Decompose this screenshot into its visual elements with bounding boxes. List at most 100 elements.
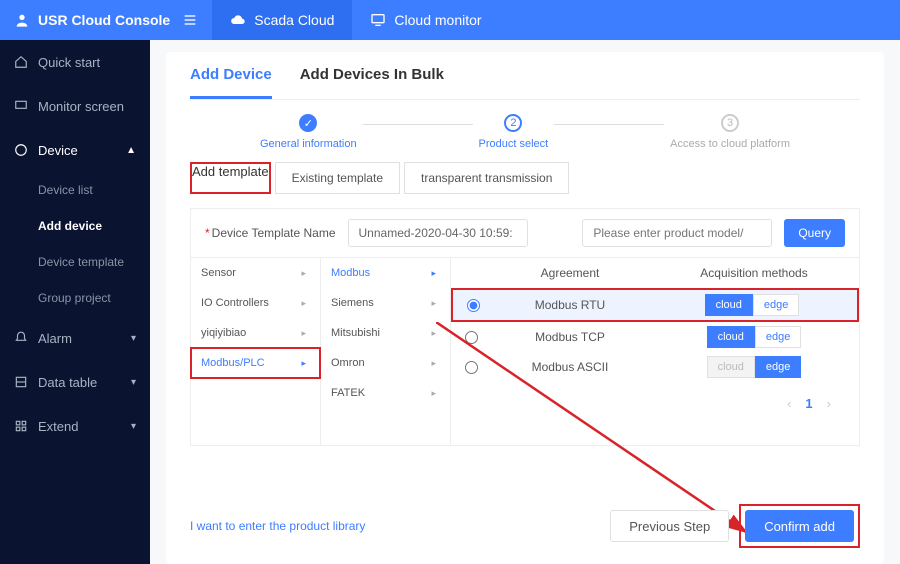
product-library-link[interactable]: I want to enter the product library xyxy=(190,519,365,533)
chevron-up-icon: ▲ xyxy=(126,145,136,156)
product-search-input[interactable] xyxy=(582,219,772,247)
tab-add-device[interactable]: Add Device xyxy=(190,66,272,99)
template-tabs-row: Add template Existing template transpare… xyxy=(190,162,860,194)
main: Add Device Add Devices In Bulk ✓ General… xyxy=(150,40,900,564)
protocol-name: Modbus TCP xyxy=(491,330,649,344)
template-name-row: *Device Template Name Query xyxy=(190,208,860,258)
edge-toggle[interactable]: edge xyxy=(755,356,801,378)
sidebar-item-alarm[interactable]: Alarm ▾ xyxy=(0,316,150,360)
edge-toggle[interactable]: edge xyxy=(755,326,801,348)
footer-row: I want to enter the product library Prev… xyxy=(190,504,860,548)
protocol-name: Modbus ASCII xyxy=(491,360,649,374)
step-label: Access to cloud platform xyxy=(670,138,790,150)
sidebar-item-monitor-screen[interactable]: Monitor screen xyxy=(0,84,150,128)
protocol-radio[interactable] xyxy=(465,361,478,374)
sidebar-label: Data table xyxy=(38,375,97,390)
template-tab-existing[interactable]: Existing template xyxy=(275,162,400,194)
protocol-row-modbus-tcp[interactable]: Modbus TCP cloud edge xyxy=(451,322,859,352)
protocol-row-modbus-rtu[interactable]: Modbus RTU cloud edge xyxy=(453,290,857,320)
brand-label: USR Cloud Console xyxy=(38,12,170,28)
sidebar-label: Quick start xyxy=(38,55,100,70)
footer-buttons: Previous Step Confirm add xyxy=(610,504,860,548)
sidebar-sub-group-project[interactable]: Group project xyxy=(0,280,150,316)
category-yiqiyibiao[interactable]: yiqiyibiao▸ xyxy=(191,318,320,348)
template-name-input[interactable] xyxy=(348,219,528,247)
brand-siemens[interactable]: Siemens▸ xyxy=(321,288,450,318)
card: Add Device Add Devices In Bulk ✓ General… xyxy=(166,52,884,564)
step-line xyxy=(363,124,473,125)
sidebar-label: Alarm xyxy=(38,331,72,346)
query-button[interactable]: Query xyxy=(784,219,845,247)
step-general-info: ✓ General information xyxy=(260,114,357,150)
protocol-radio[interactable] xyxy=(467,299,480,312)
bell-icon xyxy=(14,331,28,345)
brand: USR Cloud Console xyxy=(0,0,212,40)
protocol-row-modbus-ascii[interactable]: Modbus ASCII cloud edge xyxy=(451,352,859,382)
template-tab-add[interactable]: Add template xyxy=(192,164,269,179)
cloud-toggle[interactable]: cloud xyxy=(707,326,755,348)
confirm-add-button[interactable]: Confirm add xyxy=(745,510,854,542)
tab-scada-label: Scada Cloud xyxy=(254,12,334,28)
sidebar-item-quick-start[interactable]: Quick start xyxy=(0,40,150,84)
tab-scada-cloud[interactable]: Scada Cloud xyxy=(212,0,352,40)
chevron-down-icon: ▾ xyxy=(131,377,136,388)
sidebar: Quick start Monitor screen Device ▲ Devi… xyxy=(0,40,150,564)
highlight-box: Confirm add xyxy=(739,504,860,548)
home-icon xyxy=(14,55,28,69)
cloud-toggle[interactable]: cloud xyxy=(707,356,755,378)
highlight-box: Add template xyxy=(190,162,271,194)
brand-mitsubishi[interactable]: Mitsubishi▸ xyxy=(321,318,450,348)
top-bar: USR Cloud Console Scada Cloud Cloud moni… xyxy=(0,0,900,40)
sidebar-label: Device xyxy=(38,143,78,158)
protocol-header: Agreement Acquisition methods xyxy=(451,258,859,288)
sidebar-sub-device-list[interactable]: Device list xyxy=(0,172,150,208)
step-product-select: 2 Product select xyxy=(479,114,549,150)
screen-icon xyxy=(14,99,28,113)
protocol-radio[interactable] xyxy=(465,331,478,344)
pager-prev[interactable]: ‹ xyxy=(787,396,791,411)
sidebar-item-data-table[interactable]: Data table ▾ xyxy=(0,360,150,404)
category-sensor[interactable]: Sensor▸ xyxy=(191,258,320,288)
menu-icon[interactable] xyxy=(182,12,198,28)
step-access-cloud: 3 Access to cloud platform xyxy=(670,114,790,150)
sidebar-sub-device-template[interactable]: Device template xyxy=(0,244,150,280)
brand-modbus[interactable]: Modbus▸ xyxy=(321,258,450,288)
category-modbus-plc[interactable]: Modbus/PLC▸ xyxy=(191,348,320,378)
header-agreement: Agreement xyxy=(491,266,649,280)
sidebar-item-extend[interactable]: Extend ▾ xyxy=(0,404,150,448)
protocol-name: Modbus RTU xyxy=(493,298,647,312)
chevron-down-icon: ▾ xyxy=(131,333,136,344)
sidebar-item-device[interactable]: Device ▲ xyxy=(0,128,150,172)
tab-add-devices-bulk[interactable]: Add Devices In Bulk xyxy=(300,66,444,99)
cascade: Sensor▸ IO Controllers▸ yiqiyibiao▸ Modb… xyxy=(190,258,860,446)
step-label: General information xyxy=(260,138,357,150)
sidebar-sub-add-device[interactable]: Add device xyxy=(0,208,150,244)
monitor-icon xyxy=(370,12,386,28)
header-methods: Acquisition methods xyxy=(649,266,859,280)
cloud-toggle[interactable]: cloud xyxy=(705,294,753,316)
pager-next[interactable]: › xyxy=(827,396,831,411)
template-tab-transparent[interactable]: transparent transmission xyxy=(404,162,569,194)
sidebar-label: Monitor screen xyxy=(38,99,124,114)
check-icon: ✓ xyxy=(299,114,317,132)
highlight-box: Modbus RTU cloud edge xyxy=(451,288,859,322)
device-icon xyxy=(14,143,28,157)
acquisition-pill: cloud edge xyxy=(707,356,802,378)
previous-step-button[interactable]: Previous Step xyxy=(610,510,729,542)
brand-omron[interactable]: Omron▸ xyxy=(321,348,450,378)
category-column: Sensor▸ IO Controllers▸ yiqiyibiao▸ Modb… xyxy=(191,258,321,445)
acquisition-pill: cloud edge xyxy=(705,294,800,316)
tab-cloud-monitor[interactable]: Cloud monitor xyxy=(352,0,499,40)
stepper: ✓ General information 2 Product select 3… xyxy=(190,100,860,162)
edge-toggle[interactable]: edge xyxy=(753,294,799,316)
brand-column: Modbus▸ Siemens▸ Mitsubishi▸ Omron▸ FATE… xyxy=(321,258,451,445)
cloud-icon xyxy=(230,12,246,28)
protocol-column: Agreement Acquisition methods Modbus RTU… xyxy=(451,258,859,445)
brand-fatek[interactable]: FATEK▸ xyxy=(321,378,450,408)
tab-monitor-label: Cloud monitor xyxy=(394,12,481,28)
template-name-label: *Device Template Name xyxy=(205,226,336,240)
category-io-controllers[interactable]: IO Controllers▸ xyxy=(191,288,320,318)
step-line xyxy=(554,124,664,125)
step-number: 2 xyxy=(504,114,522,132)
sidebar-label: Extend xyxy=(38,419,78,434)
